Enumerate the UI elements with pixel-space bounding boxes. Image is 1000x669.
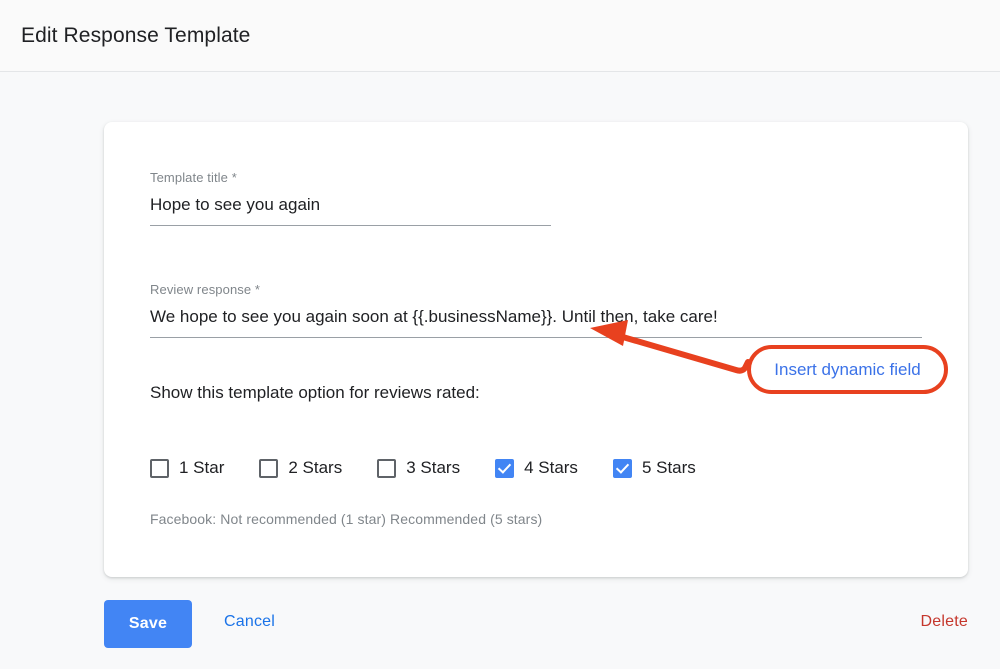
rating-checkbox-group: 1 Star 2 Stars 3 Stars 4 Stars 5 Stars [150,458,696,478]
template-title-label: Template title * [150,170,237,185]
rating-checkbox-label: 3 Stars [406,458,461,477]
checkbox-box-icon[interactable] [259,458,279,478]
page-header: Edit Response Template [0,0,1000,72]
review-response-input[interactable]: We hope to see you again soon at {{.busi… [150,305,922,337]
checkbox-checked-icon[interactable] [612,458,632,478]
template-title-field[interactable]: Template title * Hope to see you again [150,170,551,226]
rating-checkbox-5-stars[interactable]: 5 Stars [612,458,696,478]
rating-section-label: Show this template option for reviews ra… [150,383,480,402]
rating-checkbox-label: 4 Stars [524,458,578,477]
checkbox-checked-icon[interactable] [495,458,515,478]
checkbox-box-icon[interactable] [377,458,397,478]
form-actions: Save Cancel Delete [104,600,968,648]
rating-checkbox-label: 1 Star [179,458,225,477]
save-button[interactable]: Save [104,600,192,648]
rating-checkbox-label: 5 Stars [641,458,696,477]
delete-button[interactable]: Delete [921,613,968,631]
rating-checkbox-4-stars[interactable]: 4 Stars [495,458,578,478]
rating-checkbox-label: 2 Stars [288,458,343,477]
review-response-field[interactable]: Review response * We hope to see you aga… [150,282,922,338]
facebook-helper-text: Facebook: Not recommended (1 star) Recom… [150,511,543,527]
insert-dynamic-field-callout[interactable]: Insert dynamic field [747,345,948,394]
review-response-label: Review response * [150,282,261,297]
rating-checkbox-3-stars[interactable]: 3 Stars [377,458,460,478]
cancel-button[interactable]: Cancel [224,613,275,631]
review-response-underline [150,337,922,338]
page-title: Edit Response Template [21,23,251,47]
checkbox-box-icon[interactable] [150,458,169,478]
template-title-underline [150,225,551,226]
insert-dynamic-field-label: Insert dynamic field [774,359,921,379]
rating-checkbox-2-stars[interactable]: 2 Stars [259,458,342,478]
template-title-input[interactable]: Hope to see you again [150,193,551,225]
rating-checkbox-1-star[interactable]: 1 Star [150,458,224,478]
